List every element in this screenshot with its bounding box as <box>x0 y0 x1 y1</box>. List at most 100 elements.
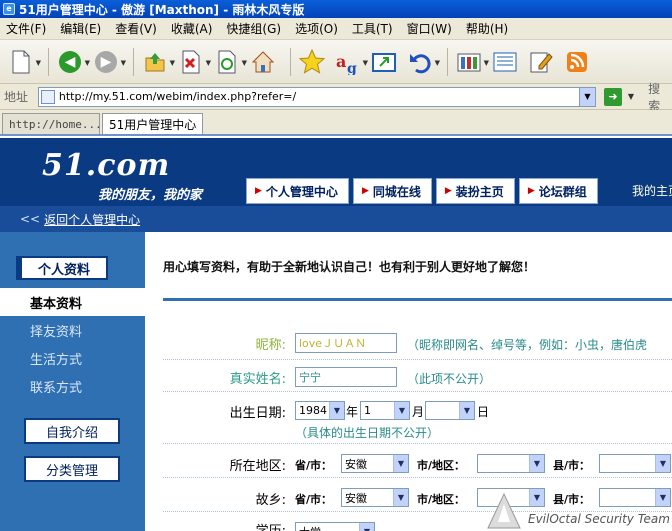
search-label: 搜索 <box>648 81 661 113</box>
birthday-row: 出生日期: 1984 ▼ 年 1 ▼ 月 ▼ 日 （具体的出生日期不公开） <box>163 392 672 444</box>
sidebar-item-dating-info[interactable]: 择友资料 <box>0 316 145 344</box>
chevron-down-icon: ▼ <box>529 455 544 472</box>
go-dropdown-icon[interactable]: ▼ <box>628 92 634 101</box>
app-icon: e <box>3 3 15 15</box>
chevron-down-icon: ▼ <box>359 523 374 531</box>
tab-home[interactable]: http://home.... <box>2 113 108 134</box>
window-title: 51用户管理中心 - 傲游 [Maxthon] - 雨林木风专版 <box>19 2 305 17</box>
watermark-logo-icon <box>487 492 521 529</box>
translate-button[interactable]: ag ▼ <box>333 47 368 77</box>
site-logo[interactable]: 51.com <box>42 148 170 183</box>
page-icon <box>40 89 55 104</box>
sidebar-heading: 个人资料 <box>16 256 108 280</box>
menu-groups[interactable]: 快捷组(G) <box>226 20 281 37</box>
up-button[interactable]: ▼ <box>140 47 175 77</box>
nav-same-city[interactable]: ▶ 同城在线 <box>352 178 432 204</box>
birth-day-select[interactable]: ▼ <box>425 401 475 420</box>
sidebar-item-contact[interactable]: 联系方式 <box>0 372 145 400</box>
undo-icon <box>410 53 431 73</box>
address-url: http://my.51.com/webim/index.php?refer=/ <box>58 90 297 103</box>
location-province-label: 省/市： <box>295 459 333 472</box>
nav-personal-center[interactable]: ▶ 个人管理中心 <box>246 178 349 204</box>
menu-favorites[interactable]: 收藏(A) <box>171 20 213 37</box>
month-unit: 月 <box>412 405 425 419</box>
location-county-select[interactable]: ▼ <box>599 454 671 473</box>
education-select[interactable]: 大学 ▼ <box>295 522 375 531</box>
forward-button[interactable]: ▶ ▼ <box>91 47 126 77</box>
new-page-icon <box>12 50 30 73</box>
nav-label: 个人管理中心 <box>265 184 338 199</box>
address-input[interactable]: http://my.51.com/webim/index.php?refer=/… <box>37 86 596 107</box>
menu-edit[interactable]: 编辑(E) <box>60 20 101 37</box>
chevron-down-icon: ▼ <box>394 402 409 419</box>
chevron-down-icon: ▼ <box>329 402 344 419</box>
stop-icon <box>182 50 200 73</box>
location-row: 所在地区: 省/市： 安徽 ▼ 市/地区： ▼ 县/市： ▼ <box>163 444 672 478</box>
notes-button[interactable] <box>526 47 556 77</box>
nav-decorate-home[interactable]: ▶ 装扮主页 <box>435 178 515 204</box>
triangle-icon: ▶ <box>444 186 452 196</box>
menu-view[interactable]: 查看(V) <box>115 20 157 37</box>
education-label: 学历: <box>256 520 286 531</box>
back-to-center-link[interactable]: 返回个人管理中心 <box>44 211 140 228</box>
location-county-label: 县/市： <box>553 459 591 472</box>
hometown-city-label: 市/地区： <box>417 493 466 506</box>
watermark-text: EvilOctal Security Team <box>528 512 670 526</box>
address-label: 地址 <box>4 90 29 104</box>
star-icon <box>299 48 325 74</box>
location-province-select[interactable]: 安徽 ▼ <box>341 454 409 473</box>
intro-text: 用心填写资料，有助于全新地认识自己！也有利于别人更好地了解您！ <box>163 260 536 274</box>
address-dropdown-icon[interactable]: ▼ <box>578 87 595 106</box>
birth-year-select[interactable]: 1984 ▼ <box>295 401 345 420</box>
tab-51-user-center[interactable]: 51用户管理中心 <box>102 113 204 134</box>
sidebar-item-basic-info[interactable]: 基本资料 <box>0 288 145 316</box>
sidebar-toggle-button[interactable] <box>490 47 520 77</box>
new-page-button[interactable]: ▼ <box>6 47 41 77</box>
window-icon <box>372 52 396 72</box>
year-unit: 年 <box>346 405 359 419</box>
birth-month-value: 1 <box>364 404 371 417</box>
menu-help[interactable]: 帮助(H) <box>466 20 508 37</box>
go-button[interactable]: ➜ <box>603 87 622 106</box>
menu-window[interactable]: 窗口(W) <box>407 20 452 37</box>
nickname-input[interactable]: loveＪＵＡＮ <box>295 333 397 353</box>
category-manage-button[interactable]: 分类管理 <box>24 456 120 482</box>
favorites-button[interactable] <box>297 47 327 77</box>
sidebar-item-lifestyle[interactable]: 生活方式 <box>0 344 145 372</box>
realname-input[interactable]: 宁宁 <box>295 367 397 387</box>
back-button[interactable]: ◀ ▼ <box>55 47 90 77</box>
notes-icon <box>530 52 553 72</box>
menu-tools[interactable]: 工具(T) <box>352 20 393 37</box>
location-city-select[interactable]: ▼ <box>477 454 545 473</box>
back-arrow-icon: ◀ <box>59 50 81 73</box>
main-content: 用心填写资料，有助于全新地认识自己！也有利于别人更好地了解您！ 昵称: love… <box>145 232 672 531</box>
site-slogan: 我的朋友，我的家 <box>98 188 203 203</box>
nav-my-homepage[interactable]: 我的主页 <box>632 182 672 199</box>
refresh-button[interactable]: ▼ <box>212 47 247 77</box>
menu-bar: 文件(F) 编辑(E) 查看(V) 收藏(A) 快捷组(G) 选项(O) 工具(… <box>0 18 672 40</box>
realname-row: 真实姓名: 宁宁 （此项不公开） <box>163 360 672 392</box>
birth-month-select[interactable]: 1 ▼ <box>360 401 410 420</box>
menu-file[interactable]: 文件(F) <box>6 20 46 37</box>
triangle-icon: ▶ <box>361 186 369 196</box>
hometown-province-label: 省/市： <box>295 493 333 506</box>
home-button[interactable] <box>248 47 278 77</box>
nav-forum-groups[interactable]: ▶ 论坛群组 <box>518 178 598 204</box>
location-province-value: 安徽 <box>345 457 367 471</box>
chevron-down-icon: ▼ <box>393 455 408 472</box>
self-intro-button[interactable]: 自我介绍 <box>24 418 120 444</box>
window-button[interactable] <box>369 47 399 77</box>
stop-button[interactable]: ▼ <box>176 47 211 77</box>
hometown-province-select[interactable]: 安徽 ▼ <box>341 488 409 507</box>
sidebar: 个人资料 基本资料 择友资料 生活方式 联系方式 自我介绍 分类管理 <box>0 232 145 531</box>
up-folder-icon <box>145 52 165 71</box>
site-nav: ▶ 个人管理中心 ▶ 同城在线 ▶ 装扮主页 ▶ 论坛群组 <box>246 178 602 204</box>
undo-close-button[interactable]: ▼ <box>405 47 440 77</box>
rss-button[interactable] <box>562 47 592 77</box>
hometown-label: 故乡: <box>255 493 286 508</box>
columns-button[interactable]: ▼ <box>454 47 489 77</box>
menu-options[interactable]: 选项(O) <box>295 20 338 37</box>
chevron-down-icon: ▼ <box>459 402 474 419</box>
birthday-hint: （具体的出生日期不公开） <box>295 426 440 440</box>
double-chevron-left-icon: << <box>20 212 41 226</box>
